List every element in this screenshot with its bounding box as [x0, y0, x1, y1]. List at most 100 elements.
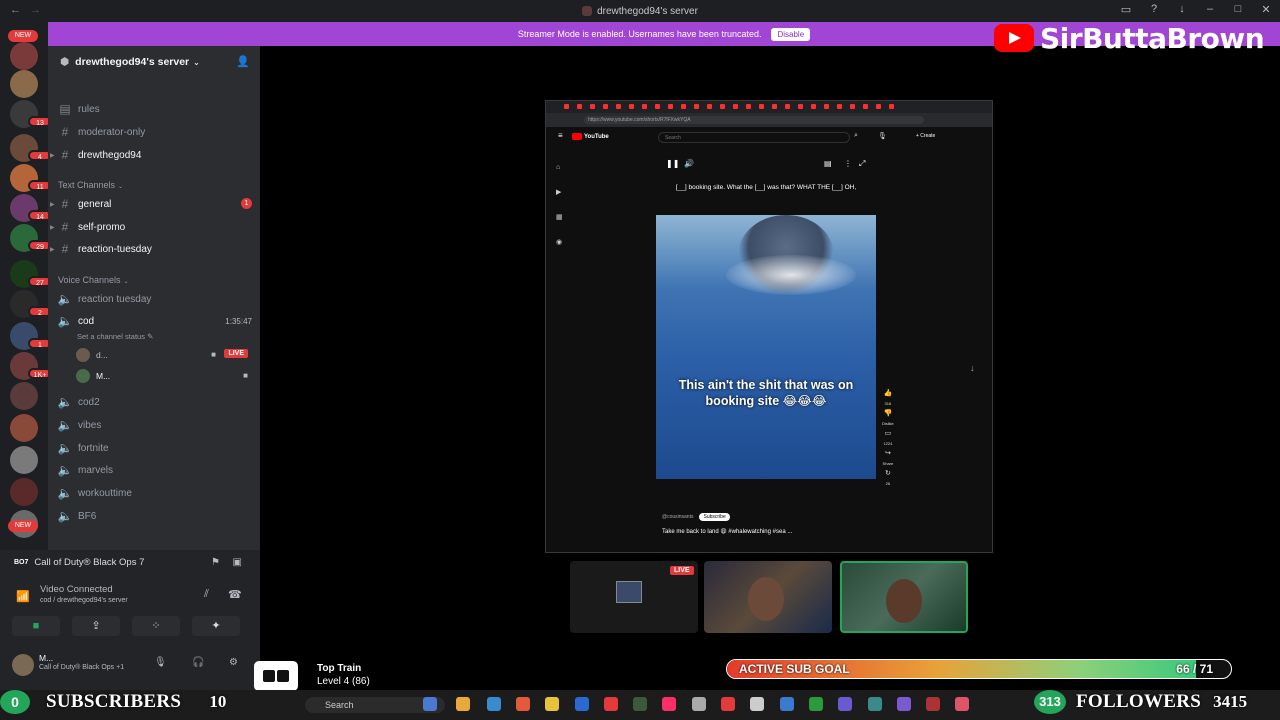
- browser-tab[interactable]: [720, 104, 725, 109]
- browser-tab[interactable]: [642, 104, 647, 109]
- more-icon[interactable]: ⋮: [844, 159, 852, 168]
- mic-icon[interactable]: 🎙: [878, 132, 887, 140]
- inbox-icon[interactable]: ▭: [1118, 3, 1134, 16]
- browser-tab[interactable]: [603, 104, 608, 109]
- channel-drewthegod94[interactable]: ▶ # drewthegod94: [50, 145, 252, 165]
- server-icon[interactable]: [10, 478, 38, 506]
- browser-tab[interactable]: [707, 104, 712, 109]
- activities-button[interactable]: ⁘: [132, 616, 180, 636]
- subscribe-button[interactable]: Subscribe: [699, 513, 730, 521]
- taskbar-app-icon[interactable]: [692, 697, 706, 711]
- fullscreen-icon[interactable]: ⤢: [859, 159, 865, 169]
- disable-button[interactable]: Disable: [771, 27, 811, 41]
- browser-tab[interactable]: [889, 104, 894, 109]
- share-icon[interactable]: ↪: [882, 447, 894, 461]
- soundboard-button[interactable]: ✦: [192, 616, 240, 636]
- user-area[interactable]: M... Call of Duty® Black Ops +1 🎙 🎧 ⚙: [12, 652, 256, 682]
- taskbar-app-icon[interactable]: [545, 697, 559, 711]
- browser-tab[interactable]: [837, 104, 842, 109]
- browser-tab[interactable]: [681, 104, 686, 109]
- browser-tab[interactable]: [863, 104, 868, 109]
- shared-screen-browser[interactable]: https://www.youtube.com/shorts/R7lFXwkYQ…: [545, 100, 993, 553]
- noise-suppression-icon[interactable]: ⫽: [204, 588, 209, 601]
- taskbar-app-icon[interactable]: [955, 697, 969, 711]
- download-icon[interactable]: ↓: [1174, 3, 1190, 16]
- voice-channel-cod[interactable]: 🔈 cod 1:35:47: [56, 311, 252, 331]
- short-video[interactable]: This ain't the shit that was on booking …: [656, 215, 876, 479]
- invite-people-icon[interactable]: 👤: [236, 55, 250, 68]
- you-icon[interactable]: ◉: [556, 230, 563, 255]
- browser-tab[interactable]: [811, 104, 816, 109]
- forward-arrow-icon[interactable]: →: [30, 4, 41, 16]
- server-icon[interactable]: [10, 42, 38, 70]
- stream-tile[interactable]: LIVE: [570, 561, 698, 633]
- server-icon[interactable]: [10, 446, 38, 474]
- browser-tab[interactable]: [564, 104, 569, 109]
- channel-handle[interactable]: @cousinsants: [662, 514, 693, 520]
- minimize-button[interactable]: –: [1202, 3, 1218, 16]
- browser-tab[interactable]: [668, 104, 673, 109]
- channel-status-prompt[interactable]: Set a channel status ✎: [77, 332, 153, 341]
- taskbar-app-icon[interactable]: [456, 697, 470, 711]
- close-button[interactable]: ✕: [1258, 3, 1274, 16]
- channel-moderator-only[interactable]: # moderator-only: [56, 122, 252, 142]
- browser-tab[interactable]: [629, 104, 634, 109]
- category-voice-channels[interactable]: Voice Channels ⌄: [58, 275, 129, 285]
- taskbar-app-icon[interactable]: [926, 697, 940, 711]
- taskbar-app-icon[interactable]: [897, 697, 911, 711]
- browser-tab[interactable]: [577, 104, 582, 109]
- voice-channel-workouttime[interactable]: 🔈 workouttime: [56, 483, 252, 503]
- browser-tab[interactable]: [759, 104, 764, 109]
- disconnect-icon[interactable]: ☎: [228, 588, 242, 601]
- microphone-icon[interactable]: 🎙: [154, 657, 167, 668]
- taskbar-app-icon[interactable]: [604, 697, 618, 711]
- server-icon[interactable]: [10, 382, 38, 410]
- url-field[interactable]: https://www.youtube.com/shorts/R7lFXwkYQ…: [584, 116, 924, 124]
- browser-tab[interactable]: [876, 104, 881, 109]
- voice-channel-reaction-tuesday[interactable]: 🔈 reaction tuesday: [56, 289, 252, 309]
- subscriptions-icon[interactable]: ▦: [556, 205, 563, 230]
- activity-icon[interactable]: ▣: [233, 557, 242, 568]
- browser-tab[interactable]: [798, 104, 803, 109]
- taskbar-app-icon[interactable]: [809, 697, 823, 711]
- browser-tab[interactable]: [694, 104, 699, 109]
- maximize-button[interactable]: □: [1230, 3, 1246, 16]
- help-icon[interactable]: ?: [1146, 3, 1162, 16]
- browser-tab[interactable]: [616, 104, 621, 109]
- browser-tab[interactable]: [785, 104, 790, 109]
- browser-tab[interactable]: [733, 104, 738, 109]
- taskbar-app-icon[interactable]: [423, 697, 437, 711]
- taskbar-app-icon[interactable]: [780, 697, 794, 711]
- activity-bar[interactable]: BO7 Call of Duty® Black Ops 7 ⚑ ▣: [14, 554, 250, 570]
- home-icon[interactable]: ⌂: [556, 155, 563, 180]
- channel-rules[interactable]: ▤ rules: [56, 99, 252, 119]
- browser-tab[interactable]: [772, 104, 777, 109]
- invite-icon[interactable]: ⚑: [211, 557, 220, 568]
- server-header[interactable]: ⬢ drewthegod94's server ⌄ 👤: [48, 46, 260, 78]
- browser-tab[interactable]: [655, 104, 660, 109]
- voice-user[interactable]: M...: [76, 367, 258, 385]
- menu-icon[interactable]: ≡: [558, 131, 563, 140]
- voice-channel-vibes[interactable]: 🔈 vibes: [56, 415, 252, 435]
- category-text-channels[interactable]: Text Channels ⌄: [58, 180, 123, 190]
- camera-tile[interactable]: [704, 561, 832, 633]
- browser-tab[interactable]: [850, 104, 855, 109]
- channel-self-promo[interactable]: ▶ # self-promo: [50, 217, 252, 237]
- voice-channel-marvels[interactable]: 🔈 marvels: [56, 460, 252, 480]
- taskbar-app-icon[interactable]: [662, 697, 676, 711]
- headphones-icon[interactable]: 🎧: [192, 657, 204, 668]
- browser-tab[interactable]: [824, 104, 829, 109]
- server-icon[interactable]: [10, 414, 38, 442]
- taskbar-app-icon[interactable]: [633, 697, 647, 711]
- settings-gear-icon[interactable]: ⚙: [229, 657, 238, 668]
- camera-tile-speaking[interactable]: [840, 561, 968, 633]
- youtube-search-input[interactable]: Search: [658, 132, 850, 143]
- create-button[interactable]: + Create: [916, 133, 935, 139]
- comment-icon[interactable]: ▭: [882, 427, 894, 441]
- taskbar-app-icon[interactable]: [838, 697, 852, 711]
- screen-share-button[interactable]: ⇪: [72, 616, 120, 636]
- search-icon[interactable]: ⌕: [854, 132, 858, 140]
- youtube-logo[interactable]: YouTube: [572, 133, 609, 140]
- pause-icon[interactable]: ❚❚: [666, 159, 679, 168]
- taskbar-app-icon[interactable]: [487, 697, 501, 711]
